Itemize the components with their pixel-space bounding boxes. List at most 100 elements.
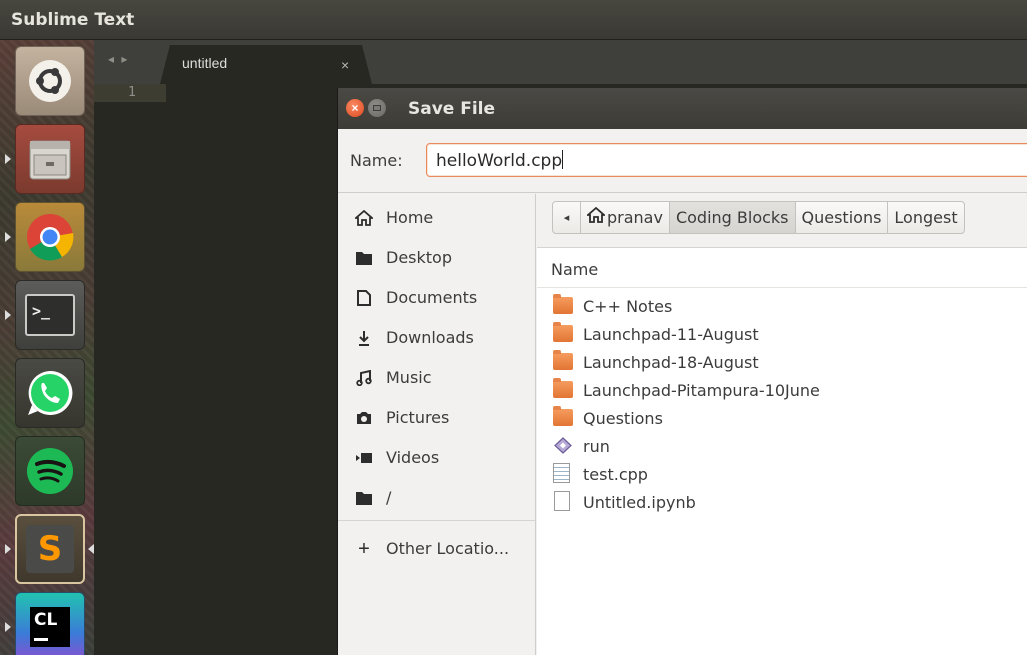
tab-navigation-arrows[interactable]: ◂ ▸ bbox=[108, 52, 129, 66]
name-row: Name: helloWorld.cpp bbox=[338, 129, 1027, 193]
music-icon bbox=[353, 369, 375, 387]
file-row[interactable]: C++ Notes bbox=[537, 292, 1027, 320]
desktop-icon bbox=[353, 249, 375, 267]
executable-icon bbox=[554, 437, 572, 454]
file-row[interactable]: test.cpp bbox=[537, 460, 1027, 488]
launcher: >_ S CL bbox=[0, 40, 94, 655]
file-name: Launchpad-18-August bbox=[583, 353, 759, 372]
place-music[interactable]: Music bbox=[338, 359, 535, 397]
place-home[interactable]: Home bbox=[338, 199, 535, 237]
folder-icon bbox=[553, 322, 573, 342]
document-icon bbox=[554, 491, 570, 511]
folder-icon bbox=[553, 378, 573, 398]
clion-glyph: CL bbox=[34, 610, 58, 630]
place-label: Desktop bbox=[386, 248, 452, 267]
path-bar: ◂ pranav Coding Blocks Questions Longest bbox=[537, 194, 1027, 248]
file-name: Untitled.ipynb bbox=[583, 493, 696, 512]
file-row[interactable]: Launchpad-Pitampura-10June bbox=[537, 376, 1027, 404]
dialog-title: Save File bbox=[408, 99, 496, 119]
file-name: run bbox=[583, 437, 610, 456]
running-indicator bbox=[5, 310, 11, 320]
name-label: Name: bbox=[350, 151, 403, 170]
sublime-glyph: S bbox=[37, 529, 63, 569]
file-name: C++ Notes bbox=[583, 297, 673, 316]
spotify-button[interactable] bbox=[15, 436, 85, 506]
filesystem-icon bbox=[353, 489, 375, 507]
terminal-glyph: >_ bbox=[32, 302, 51, 320]
whatsapp-button[interactable] bbox=[15, 358, 85, 428]
place-label: Pictures bbox=[386, 408, 450, 427]
place-desktop[interactable]: Desktop bbox=[338, 239, 535, 277]
breadcrumb-label: pranav bbox=[607, 208, 663, 227]
place-documents[interactable]: Documents bbox=[338, 279, 535, 317]
line-number: 1 bbox=[128, 85, 136, 100]
running-indicator bbox=[5, 544, 11, 554]
breadcrumb-questions[interactable]: Questions bbox=[796, 202, 889, 233]
file-manager-icon bbox=[29, 140, 71, 180]
file-row[interactable]: Questions bbox=[537, 404, 1027, 432]
filename-input[interactable]: helloWorld.cpp bbox=[426, 143, 1027, 177]
close-glyph: × bbox=[351, 101, 359, 115]
tab-close-icon[interactable]: × bbox=[341, 57, 349, 73]
minimize-icon[interactable] bbox=[368, 99, 386, 117]
chrome-icon bbox=[27, 214, 74, 261]
terminal-icon: >_ bbox=[25, 294, 75, 336]
places-sidebar: Home Desktop Documents Downloads Music P… bbox=[338, 194, 536, 655]
place-videos[interactable]: Videos bbox=[338, 439, 535, 477]
place-label: Documents bbox=[386, 288, 478, 307]
folder-icon bbox=[553, 350, 573, 370]
place-downloads[interactable]: Downloads bbox=[338, 319, 535, 357]
place-label: Home bbox=[386, 208, 434, 227]
chrome-button[interactable] bbox=[15, 202, 85, 272]
place-label: Music bbox=[386, 368, 432, 387]
breadcrumb-longest[interactable]: Longest bbox=[888, 202, 963, 233]
place-label: Downloads bbox=[386, 328, 474, 347]
source-file-icon bbox=[553, 463, 570, 483]
column-header-label: Name bbox=[551, 260, 599, 279]
clion-button[interactable]: CL bbox=[15, 592, 85, 655]
running-indicator bbox=[5, 232, 11, 242]
file-browser: ◂ pranav Coding Blocks Questions Longest… bbox=[537, 194, 1027, 655]
ubuntu-dash-icon bbox=[29, 60, 71, 102]
clion-icon: CL bbox=[30, 607, 70, 647]
breadcrumb-home[interactable]: pranav bbox=[581, 202, 670, 233]
folder-icon bbox=[553, 406, 573, 426]
file-row[interactable]: Untitled.ipynb bbox=[537, 488, 1027, 516]
filename-value: helloWorld.cpp bbox=[436, 151, 563, 171]
file-manager-button[interactable] bbox=[15, 124, 85, 194]
sublime-text-button[interactable]: S bbox=[15, 514, 85, 584]
terminal-button[interactable]: >_ bbox=[15, 280, 85, 350]
home-icon bbox=[353, 209, 375, 227]
home-icon bbox=[585, 206, 607, 228]
breadcrumb-coding-blocks[interactable]: Coding Blocks bbox=[669, 202, 796, 233]
path-back-button[interactable]: ◂ bbox=[553, 202, 581, 233]
save-file-dialog: × Save File Name: helloWorld.cpp Home De… bbox=[337, 88, 1027, 655]
ubuntu-dash-button[interactable] bbox=[15, 46, 85, 116]
active-indicator bbox=[88, 544, 94, 554]
breadcrumb: ◂ pranav Coding Blocks Questions Longest bbox=[552, 201, 965, 234]
place-other-locations[interactable]: + Other Locatio... bbox=[338, 530, 535, 568]
file-row[interactable]: Launchpad-18-August bbox=[537, 348, 1027, 376]
file-name: test.cpp bbox=[583, 465, 648, 484]
sublime-text-icon: S bbox=[26, 525, 74, 573]
close-icon[interactable]: × bbox=[346, 99, 364, 117]
plus-icon: + bbox=[358, 537, 370, 560]
sidebar-divider bbox=[338, 520, 535, 521]
place-label: Videos bbox=[386, 448, 440, 467]
file-row[interactable]: Launchpad-11-August bbox=[537, 320, 1027, 348]
place-pictures[interactable]: Pictures bbox=[338, 399, 535, 437]
place-filesystem[interactable]: / bbox=[338, 479, 535, 517]
spotify-icon bbox=[27, 448, 73, 494]
videos-icon bbox=[353, 449, 375, 467]
dialog-titlebar: × Save File bbox=[338, 88, 1027, 129]
place-label: / bbox=[386, 488, 392, 507]
top-panel: Sublime Text bbox=[0, 0, 1027, 40]
column-header-name[interactable]: Name bbox=[537, 248, 1027, 288]
file-row[interactable]: run bbox=[537, 432, 1027, 460]
running-indicator bbox=[5, 622, 11, 632]
folder-icon bbox=[553, 294, 573, 314]
pictures-icon bbox=[353, 409, 375, 427]
tab-label[interactable]: untitled bbox=[182, 55, 227, 71]
place-label: Other Locatio... bbox=[386, 539, 510, 558]
whatsapp-icon bbox=[28, 370, 73, 415]
